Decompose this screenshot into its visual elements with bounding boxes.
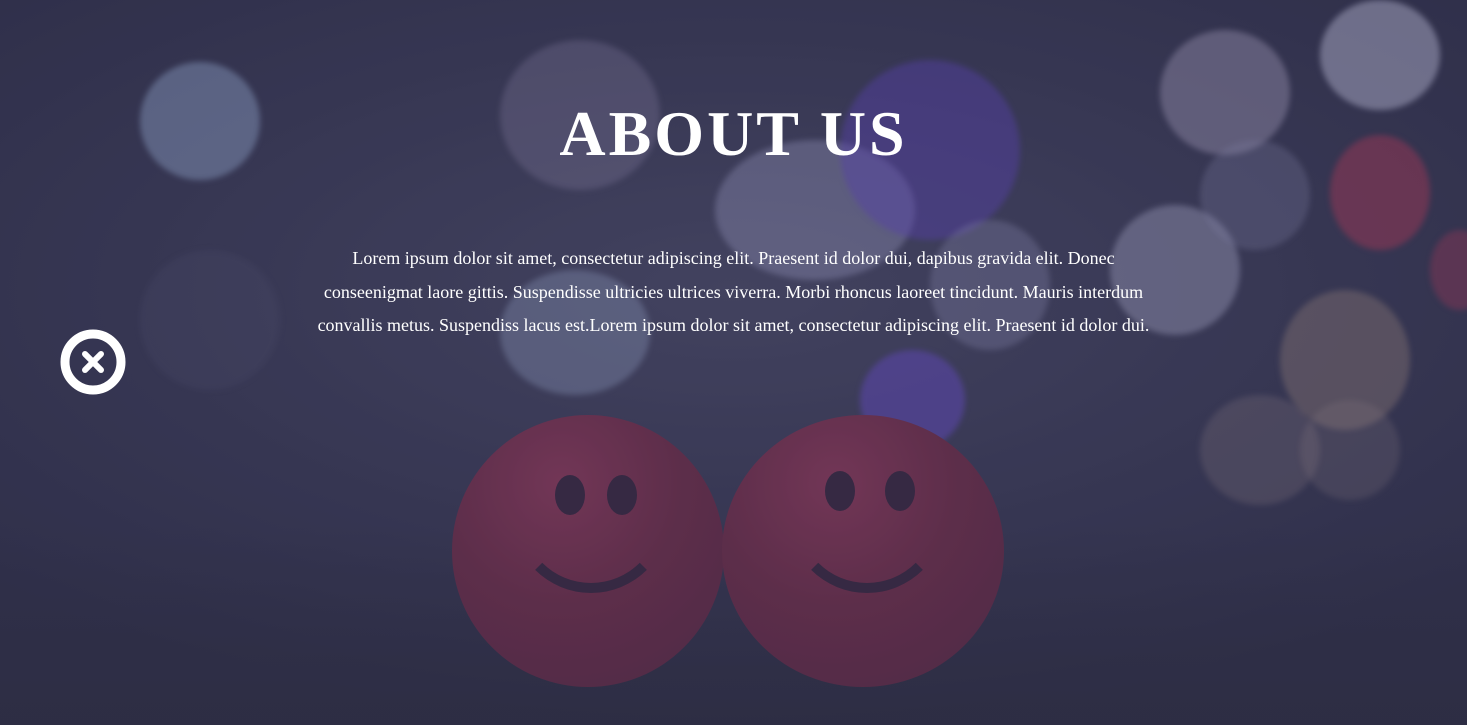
close-circle-icon [60, 329, 126, 395]
about-us-page: ABOUT US Lorem ipsum dolor sit amet, con… [0, 0, 1467, 725]
about-description: Lorem ipsum dolor sit amet, consectetur … [317, 248, 1150, 335]
page-title: ABOUT US [559, 98, 908, 169]
close-button[interactable] [60, 329, 126, 395]
